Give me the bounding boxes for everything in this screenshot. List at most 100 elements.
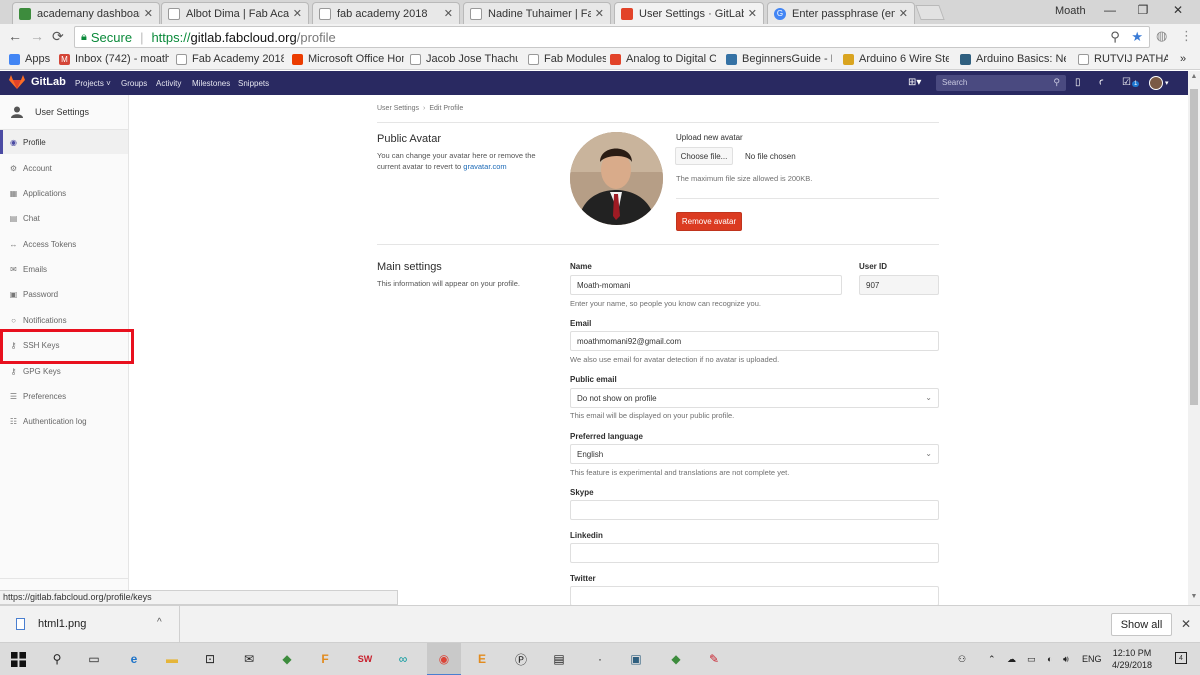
scroll-down-icon[interactable]: ▼	[1188, 593, 1200, 600]
bookmark-jacob[interactable]: Jacob Jose Thachupa	[410, 53, 518, 65]
bookmark-office[interactable]: Microsoft Office Hom	[292, 53, 404, 65]
sidebar-item-applications[interactable]: ▦ Applications	[0, 181, 128, 205]
scrollbar-thumb[interactable]	[1190, 89, 1198, 405]
twitter-input[interactable]	[570, 586, 939, 605]
bookmark-arduino-basics[interactable]: Arduino Basics: Nextio	[960, 53, 1066, 65]
email-field[interactable]: moathmomani92@gmail.com	[570, 331, 939, 351]
network-icon[interactable]: ▭	[1027, 654, 1036, 665]
menu-icon[interactable]: ⋮	[1180, 28, 1193, 44]
public-email-select[interactable]: Do not show on profile ⌄	[570, 388, 939, 408]
reload-icon[interactable]: ⟳	[52, 28, 64, 45]
app-tray-icon[interactable]: ◐	[1047, 654, 1052, 664]
nav-groups[interactable]: Groups	[121, 79, 147, 88]
store-icon[interactable]: ⊡	[200, 649, 220, 669]
close-icon[interactable]: ✕	[748, 7, 757, 20]
close-icon[interactable]: ✕	[595, 7, 604, 20]
browser-tab[interactable]: Albot Dima | Fab Academ ✕	[161, 2, 309, 24]
search-icon[interactable]: ⚲	[47, 649, 67, 669]
close-window-icon[interactable]: ✕	[1168, 3, 1188, 17]
browser-tab[interactable]: Nadine Tuhaimer | Fab A ✕	[463, 2, 611, 24]
close-icon[interactable]: ✕	[293, 7, 302, 20]
nav-projects[interactable]: Projects ˅	[75, 79, 111, 88]
edge-browser-icon[interactable]: e	[124, 649, 144, 669]
sidebar-item-emails[interactable]: ✉ Emails	[0, 257, 128, 281]
profile-name[interactable]: Moath	[1055, 5, 1086, 17]
forward-icon[interactable]: →	[30, 28, 44, 44]
system-clock[interactable]: 12:10 PM 4/29/2018	[1112, 647, 1152, 671]
sidebar-item-authentication-log[interactable]: ☷ Authentication log	[0, 409, 128, 433]
chevron-up-icon[interactable]: ⌃	[988, 654, 996, 665]
arduino-icon[interactable]: ∞	[393, 649, 413, 669]
app-icon[interactable]: ·	[590, 649, 610, 669]
file-explorer-icon[interactable]: ▬	[162, 649, 182, 669]
people-icon[interactable]: ⚇	[958, 654, 966, 665]
gitlab-logo[interactable]: GitLab	[9, 75, 66, 89]
windows-start-icon[interactable]	[8, 649, 28, 669]
sidebar-item-chat[interactable]: ▤ Chat	[0, 206, 128, 230]
bookmark-inbox[interactable]: M Inbox (742) - moathm	[59, 53, 169, 65]
issues-icon[interactable]: ▯	[1075, 77, 1081, 88]
browser-tab[interactable]: G Enter passphrase (empty ✕	[767, 2, 915, 24]
close-icon[interactable]: ✕	[444, 7, 453, 20]
document-icon[interactable]: ▤	[549, 649, 569, 669]
app-icon[interactable]: ◆	[277, 649, 297, 669]
app-icon[interactable]: ▣	[626, 649, 646, 669]
gravatar-link[interactable]: gravatar.com	[463, 162, 506, 171]
sidebar-item-profile[interactable]: ◉ Profile	[0, 130, 128, 154]
sidebar-item-preferences[interactable]: ☰ Preferences	[0, 384, 128, 408]
chrome-icon[interactable]: ◉	[427, 643, 461, 675]
new-tab-button[interactable]	[915, 5, 945, 20]
chevron-down-icon[interactable]: ▾	[1165, 79, 1169, 87]
url-input[interactable]: 🔒︎ Secure | https:// gitlab.fabcloud.org…	[74, 26, 1150, 48]
nav-milestones[interactable]: Milestones	[192, 79, 230, 88]
remove-avatar-button[interactable]: Remove avatar	[676, 212, 742, 231]
bookmark-star-icon[interactable]: ★	[1131, 29, 1143, 44]
show-all-button[interactable]: Show all	[1111, 613, 1172, 636]
search-input[interactable]: Search ⚲	[936, 75, 1066, 91]
browser-tab[interactable]: fab academy 2018 ✕	[312, 2, 460, 24]
maximize-icon[interactable]: ❐	[1133, 3, 1153, 17]
new-plus-icon[interactable]: ⊞▾	[908, 77, 921, 88]
breadcrumb-current[interactable]: Edit Profile	[429, 105, 463, 112]
bookmark-apps[interactable]: Apps	[9, 53, 55, 65]
choose-file-button[interactable]: Choose file...	[675, 147, 733, 165]
merge-requests-icon[interactable]: ꜥ	[1099, 77, 1104, 88]
bookmark-fab-modules[interactable]: Fab Modules	[528, 53, 606, 65]
skype-input[interactable]	[570, 500, 939, 520]
bookmark-python[interactable]: BeginnersGuide - Pyt	[726, 53, 832, 65]
sidebar-header[interactable]: User Settings	[0, 95, 128, 130]
close-icon[interactable]: ✕	[144, 7, 153, 20]
bookmark-analog[interactable]: Analog to Digital Cor	[610, 53, 716, 65]
browser-tab-active[interactable]: User Settings · GitLab ✕	[614, 2, 764, 24]
sidebar-item-password[interactable]: ▣ Password	[0, 282, 128, 306]
cloud-icon[interactable]: ☁	[1007, 654, 1016, 665]
eagle-icon[interactable]: E	[472, 649, 492, 669]
back-icon[interactable]: ←	[8, 28, 22, 44]
bookmark-rutvij[interactable]: RUTVIJ PATHAK	[1078, 53, 1168, 65]
chevron-up-icon[interactable]: ^	[157, 617, 162, 628]
close-icon[interactable]: ✕	[1181, 617, 1191, 631]
app-icon[interactable]: ◆	[666, 649, 686, 669]
notifications-icon[interactable]: 4	[1175, 652, 1187, 664]
nav-activity[interactable]: Activity	[156, 79, 181, 88]
language-indicator[interactable]: ENG	[1082, 654, 1102, 664]
bookmark-arduino-stepper[interactable]: Arduino 6 Wire Stepp	[843, 53, 949, 65]
scroll-up-icon[interactable]: ▲	[1188, 73, 1200, 80]
more-bookmarks-icon[interactable]: »	[1180, 53, 1186, 65]
download-item[interactable]: html1.png ^	[0, 606, 180, 642]
avatar[interactable]	[1149, 76, 1163, 90]
mail-icon[interactable]: ✉	[239, 649, 259, 669]
sidebar-item-access-tokens[interactable]: ↔ Access Tokens	[0, 232, 128, 256]
browser-tab[interactable]: academany dashboard ✕	[12, 2, 160, 24]
fusion-icon[interactable]: F	[315, 649, 335, 669]
linkedin-input[interactable]	[570, 543, 939, 563]
language-select[interactable]: English ⌄	[570, 444, 939, 464]
task-view-icon[interactable]: ▭	[84, 649, 104, 669]
sidebar-item-account[interactable]: ⚙ Account	[0, 156, 128, 180]
close-icon[interactable]: ✕	[899, 7, 908, 20]
bookmark-fab-academy[interactable]: Fab Academy 2018 St	[176, 53, 284, 65]
search-icon[interactable]: ⚲	[1110, 29, 1120, 44]
name-input[interactable]: Moath-momani	[570, 275, 842, 295]
solidworks-icon[interactable]: SW	[355, 649, 375, 669]
breadcrumb-parent[interactable]: User Settings	[377, 105, 419, 112]
